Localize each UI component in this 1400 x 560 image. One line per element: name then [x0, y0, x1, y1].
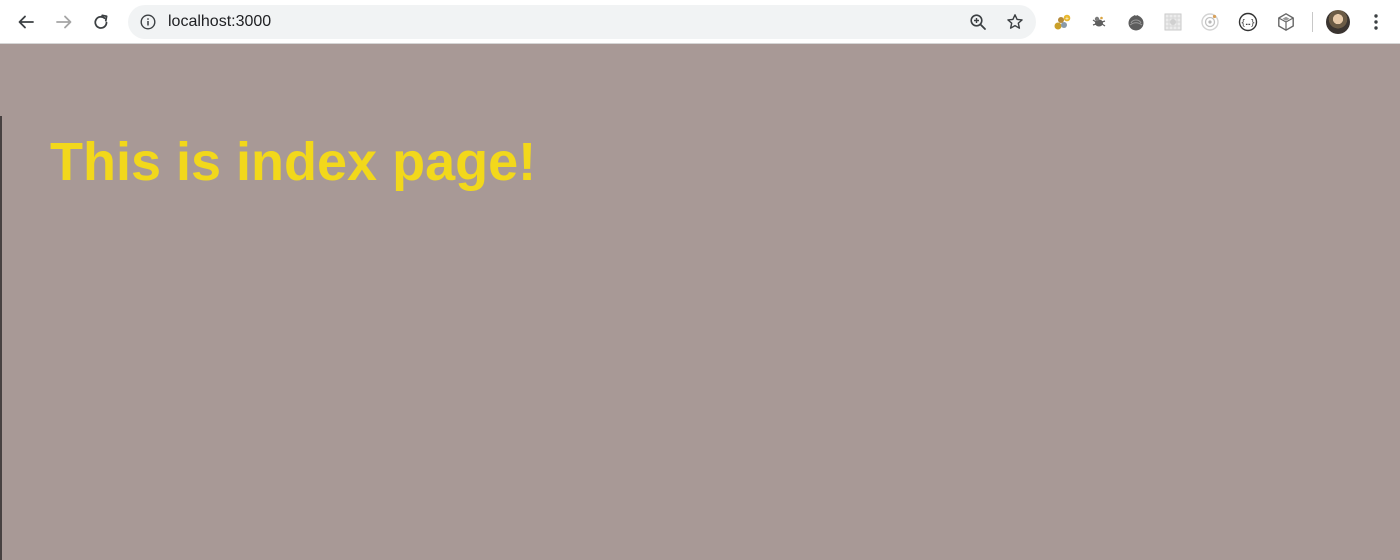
reload-icon [94, 14, 108, 29]
browser-toolbar: localhost:3000 + {…} [0, 0, 1400, 44]
reload-button[interactable] [87, 8, 115, 36]
star-icon [1007, 14, 1023, 29]
spider-extension-button[interactable] [1089, 12, 1109, 32]
spider-extension-icon [1092, 16, 1106, 27]
tomato-extension-icon [1128, 14, 1144, 31]
toolbar-divider [1312, 12, 1313, 32]
badge-extension-icon: + [1054, 14, 1071, 30]
url-text[interactable]: localhost:3000 [168, 13, 271, 31]
grid-extension-icon [1164, 13, 1182, 31]
cube-extension-button[interactable] [1276, 12, 1296, 32]
code-extension-icon: {…} [1238, 12, 1258, 32]
target-extension-icon [1201, 13, 1219, 31]
forward-button[interactable] [50, 8, 78, 36]
badge-extension-button[interactable]: + [1052, 12, 1072, 32]
target-extension-button[interactable] [1200, 12, 1220, 32]
cube-extension-icon [1278, 13, 1294, 31]
address-bar[interactable]: localhost:3000 [128, 5, 1036, 39]
grid-extension-button[interactable] [1163, 12, 1183, 32]
code-extension-button[interactable]: {…} [1238, 12, 1258, 32]
svg-text:+: + [1065, 16, 1069, 22]
svg-text:{…}: {…} [1241, 18, 1255, 27]
zoom-in-icon [970, 14, 986, 30]
window-edge [0, 116, 2, 560]
page-heading: This is index page! [50, 132, 537, 192]
bookmark-button[interactable] [1005, 12, 1025, 32]
tomato-extension-button[interactable] [1126, 12, 1146, 32]
browser-menu-button[interactable] [1366, 10, 1386, 34]
profile-avatar[interactable] [1326, 10, 1350, 34]
arrow-left-icon [18, 15, 34, 29]
back-button[interactable] [12, 8, 40, 36]
more-vert-icon [1374, 14, 1378, 30]
zoom-button[interactable] [968, 12, 988, 32]
browser-window: localhost:3000 + {…} This is index page! [0, 0, 1400, 560]
arrow-right-icon [56, 15, 72, 29]
info-icon[interactable] [140, 14, 156, 30]
page-viewport: This is index page! [0, 44, 1400, 560]
